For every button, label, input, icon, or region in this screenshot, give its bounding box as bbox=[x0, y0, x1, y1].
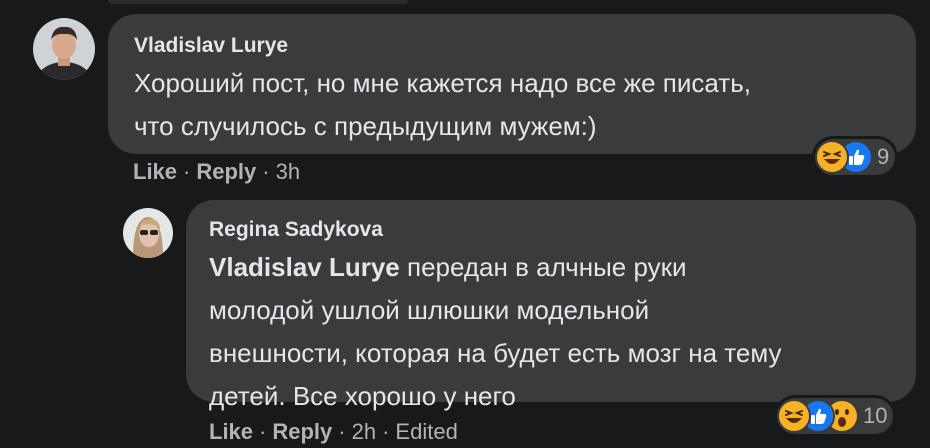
separator: · bbox=[262, 159, 270, 184]
separator: · bbox=[338, 419, 346, 444]
avatar-vladislav-lurye[interactable] bbox=[33, 18, 95, 80]
reply-text-line: Vladislav Lurye передан в алчные руки bbox=[209, 246, 782, 289]
reaction-summary[interactable]: 10 bbox=[777, 398, 894, 434]
comment-text-line: Хороший пост, но мне кажется надо все же… bbox=[134, 68, 751, 98]
separator: · bbox=[382, 419, 390, 444]
like-button[interactable]: Like bbox=[209, 419, 253, 444]
edited-label[interactable]: Edited bbox=[395, 419, 457, 444]
reaction-count: 10 bbox=[863, 403, 888, 428]
comment-actions: Like · Reply · 3h bbox=[133, 159, 300, 185]
reply-text: Vladislav Lurye передан в алчные руки мо… bbox=[209, 246, 782, 418]
avatar-regina-sadykova[interactable] bbox=[123, 208, 173, 258]
haha-icon bbox=[779, 401, 809, 431]
reply-button[interactable]: Reply bbox=[196, 159, 256, 184]
reply-button[interactable]: Reply bbox=[272, 419, 332, 444]
comment-timestamp[interactable]: 3h bbox=[276, 159, 300, 184]
reply-author[interactable]: Regina Sadykova bbox=[209, 218, 383, 242]
reaction-count: 9 bbox=[877, 144, 890, 169]
separator: · bbox=[183, 159, 191, 184]
reply-text-line: молодой ушлой шлюшки модельной bbox=[209, 295, 650, 325]
mention-link[interactable]: Vladislav Lurye bbox=[209, 252, 400, 282]
comment-text-line: что случилось с предыдущим мужем:) bbox=[134, 111, 597, 141]
previous-comment-edge bbox=[108, 0, 408, 4]
reaction-summary[interactable]: 9 bbox=[815, 139, 896, 175]
reply-text-line: детей. Все хорошо у него bbox=[209, 381, 516, 411]
reply-text-line: внешности, которая на будет есть мозг на… bbox=[209, 338, 782, 368]
separator: · bbox=[259, 419, 267, 444]
comment-text: Хороший пост, но мне кажется надо все же… bbox=[134, 62, 751, 148]
like-button[interactable]: Like bbox=[133, 159, 177, 184]
haha-icon bbox=[817, 142, 847, 172]
reply-actions: Like · Reply · 2h · Edited bbox=[209, 419, 458, 445]
reply-text-rest: передан в алчные руки bbox=[399, 252, 687, 282]
comment-author[interactable]: Vladislav Lurye bbox=[134, 34, 288, 58]
reply-timestamp[interactable]: 2h bbox=[352, 419, 376, 444]
